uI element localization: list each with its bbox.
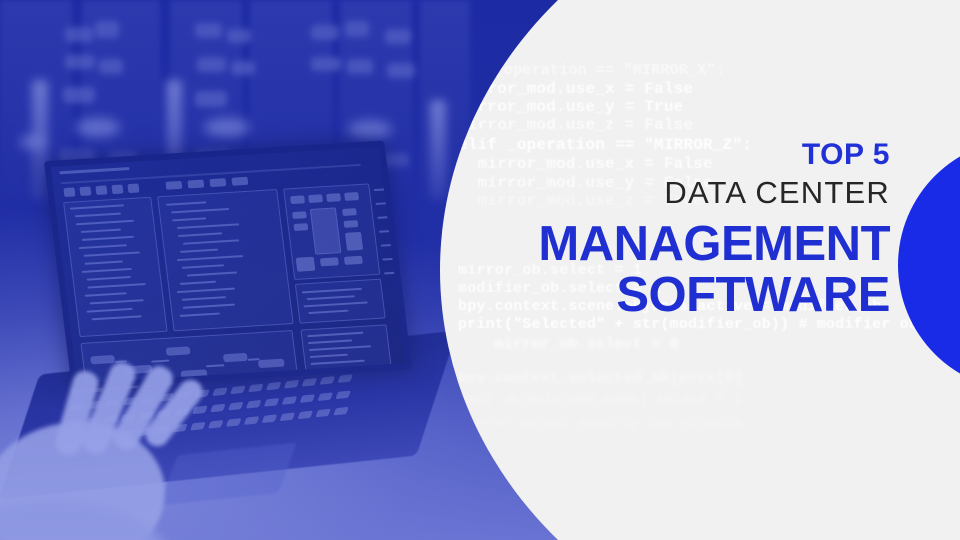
- headline-block: TOP 5 DATA CENTER MANAGEMENT SOFTWARE: [450, 140, 890, 321]
- code-line: please select exactly two objects,: [458, 416, 751, 432]
- banner: _operation == "MIRROR_X": mirror_mod.use_…: [0, 0, 960, 540]
- code-line: mirror_ob.select = 0: [458, 336, 679, 353]
- code-line: mirror_mod.use_x = False: [458, 80, 694, 98]
- title-line-2: SOFTWARE: [616, 267, 890, 322]
- code-line: data.objects[one.name].select = 1: [458, 392, 742, 408]
- title-line-1: MANAGEMENT: [538, 216, 890, 271]
- code-line: _operation == "MIRROR_X":: [458, 62, 725, 79]
- code-line: mirror_mod.use_z = False: [458, 116, 694, 134]
- code-line: mirror_mod.use_y = True: [458, 98, 684, 116]
- code-line: bpy.context.selected_objects[0]: [458, 370, 744, 387]
- kicker-text: TOP 5: [801, 138, 890, 171]
- subtitle-text: DATA CENTER: [664, 175, 890, 210]
